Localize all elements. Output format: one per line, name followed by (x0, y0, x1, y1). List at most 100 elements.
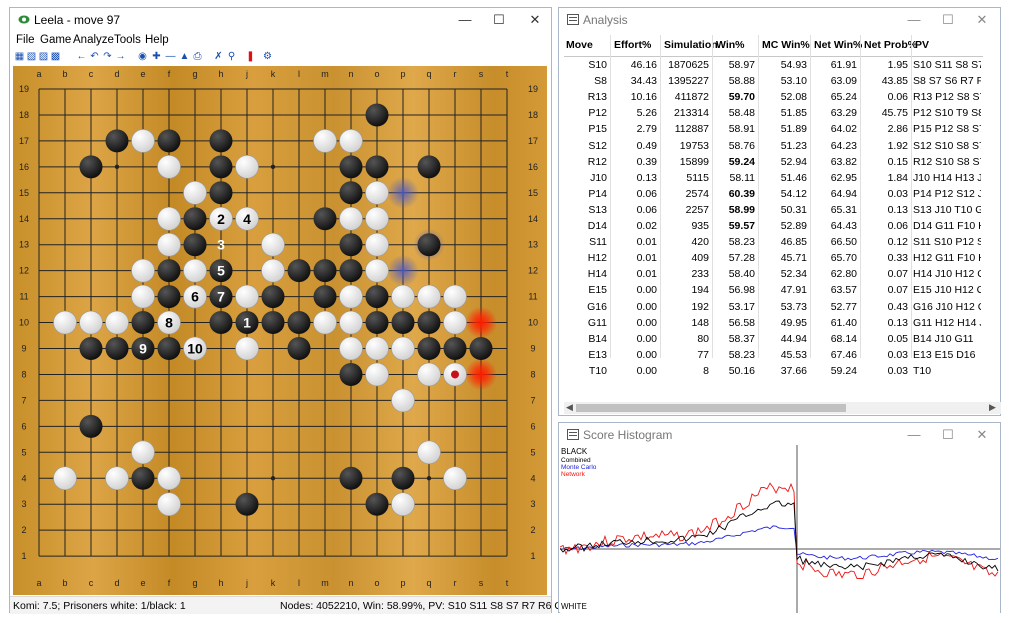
minimize-icon[interactable]: — (454, 11, 476, 29)
new-game-icon[interactable]: ▦ (14, 51, 25, 63)
back-icon[interactable]: ← (76, 51, 87, 63)
menu-game[interactable]: Game (40, 34, 71, 46)
maximize-icon[interactable]: ☐ (937, 426, 959, 444)
header-col-mc-win[interactable]: MC Win% (762, 39, 810, 51)
column-separator[interactable] (860, 35, 861, 358)
white-stone (417, 440, 441, 465)
table-row[interactable]: P14 0.06 2574 60.39 54.12 64.94 0.03 P14 P12 S1… (564, 186, 983, 202)
maximize-icon[interactable]: ☐ (937, 11, 959, 29)
minimize-icon[interactable]: — (903, 11, 925, 29)
header-col-win[interactable]: Win% (716, 39, 745, 51)
add-move-icon[interactable]: ✚ (151, 51, 162, 63)
table-row[interactable]: H12 0.01 409 57.28 45.71 65.70 0.33 H12 G11 F10… (564, 250, 983, 266)
column-label-bottom: l (298, 578, 300, 588)
menu-help[interactable]: Help (145, 34, 169, 46)
table-row[interactable]: S13 0.06 2257 58.99 50.31 65.31 0.13 S13 J10 T1… (564, 202, 983, 218)
table-row[interactable]: J10 0.13 5115 58.11 51.46 62.95 1.84 J10 H14 H1… (564, 170, 983, 186)
cell-simulation: 19753 (679, 139, 709, 152)
go-board-svg[interactable]: aabbccddeeffgghhjjkkllmmnnooppqqrrsstt19… (13, 66, 547, 595)
histogram-titlebar[interactable]: Score Histogram — ☐ ✕ (559, 423, 1000, 447)
go-board[interactable]: a a b b c c d d e e f f g g h h j j k k l l m m n n o o p p q q r r s s t t 19… (13, 66, 547, 595)
histogram-title: Score Histogram (583, 428, 673, 442)
table-row[interactable]: P12 5.26 213314 58.48 51.85 63.29 45.75 P12 S10… (564, 105, 983, 121)
table-row[interactable]: G16 0.00 192 53.17 53.73 52.77 0.43 G16 J10 H12… (564, 299, 983, 315)
open-file-icon[interactable]: ▧ (26, 51, 37, 63)
table-row[interactable]: R13 10.16 411872 59.70 52.08 65.24 0.06 R13 P12… (564, 89, 983, 105)
header-col-simulation[interactable]: Simulation (664, 39, 718, 51)
header-col-net-prob[interactable]: Net Prob% (864, 39, 917, 51)
column-separator[interactable] (810, 35, 811, 358)
last-move-marker (451, 370, 459, 379)
row-label-left: 19 (19, 84, 29, 94)
table-row[interactable]: S11 0.01 420 58.23 46.85 66.50 0.12 S11 S10 P12… (564, 234, 983, 250)
column-label-top: j (245, 69, 248, 79)
find-icon[interactable]: ⚲ (226, 51, 237, 63)
print-icon[interactable]: ⎙ (192, 51, 203, 63)
header-col-move[interactable]: Move (566, 39, 593, 51)
forward-icon[interactable]: → (115, 51, 126, 63)
move-number: 10 (187, 341, 203, 357)
table-row[interactable]: S12 0.49 19753 58.76 51.23 64.23 1.92 S12 S10 S… (564, 138, 983, 154)
black-stone (365, 285, 389, 309)
save-icon[interactable]: ▩ (50, 51, 61, 63)
header-col-effort[interactable]: Effort% (614, 39, 651, 51)
score-icon[interactable]: ▲ (179, 51, 190, 63)
table-row[interactable]: S10 46.16 1870625 58.97 54.93 61.91 1.95 S10 S1… (564, 57, 983, 73)
minimize-icon[interactable]: — (903, 426, 925, 444)
table-row[interactable]: P15 2.79 112887 58.91 51.89 64.02 2.86 P15 P12 … (564, 121, 983, 137)
scroll-right-icon[interactable]: ▶ (989, 402, 996, 413)
settings-icon[interactable]: ⚙ (262, 51, 273, 63)
open-folder-icon[interactable]: ▨ (38, 51, 49, 63)
menu-analyze[interactable]: Analyze (73, 34, 114, 46)
menu-file[interactable]: File (16, 34, 35, 46)
row-label-left: 14 (19, 214, 29, 224)
cell-simulation: 8 (703, 364, 709, 377)
table-row[interactable]: E13 0.00 77 58.23 45.53 67.46 0.03 E13 E15 D16 (564, 347, 983, 363)
table-row[interactable]: S8 34.43 1395227 58.88 53.10 63.09 43.85 S8 S7 … (564, 73, 983, 89)
table-row[interactable]: R12 0.39 15899 59.24 52.94 63.82 0.15 R12 S10 S… (564, 154, 983, 170)
scroll-thumb[interactable] (576, 404, 846, 412)
scroll-left-icon[interactable]: ◀ (566, 402, 573, 413)
white-stone (339, 310, 363, 335)
white-stone (261, 258, 285, 283)
close-icon[interactable]: ✕ (971, 11, 993, 29)
maximize-icon[interactable]: ☐ (488, 11, 510, 29)
column-separator[interactable] (758, 35, 759, 358)
cut-icon[interactable]: ✗ (213, 51, 224, 63)
remove-move-icon[interactable]: — (165, 51, 176, 63)
table-row[interactable]: T10 0.00 8 50.16 37.66 59.24 0.03 T10 (564, 363, 983, 379)
table-row[interactable]: H14 0.01 233 58.40 52.34 62.80 0.07 H14 J10 H12… (564, 266, 983, 282)
cell-net-win: 65.70 (830, 252, 857, 265)
flag-icon[interactable]: ❚ (245, 51, 256, 63)
main-titlebar[interactable]: Leela - move 97 — ☐ ✕ (10, 8, 551, 32)
white-stone (313, 129, 337, 153)
undo-icon[interactable]: ↶ (89, 51, 100, 63)
column-separator[interactable] (911, 35, 912, 358)
white-stone (131, 440, 155, 465)
close-icon[interactable]: ✕ (971, 426, 993, 444)
cell-pv: T10 (913, 364, 932, 377)
black-stone (183, 233, 207, 257)
close-icon[interactable]: ✕ (524, 11, 546, 29)
white-stone (235, 155, 259, 179)
header-col-net-win[interactable]: Net Win% (814, 39, 862, 51)
column-separator[interactable] (712, 35, 713, 358)
column-separator[interactable] (660, 35, 661, 358)
cell-net-win: 63.57 (830, 284, 857, 297)
horizontal-scrollbar[interactable]: ◀ ▶ (564, 402, 1001, 414)
redo-icon[interactable]: ↷ (102, 51, 113, 63)
table-row[interactable]: E15 0.00 194 56.98 47.91 63.57 0.07 E15 J10 H12… (564, 282, 983, 298)
header-col-pv[interactable]: PV (915, 39, 929, 51)
cell-net-prob: 0.43 (887, 300, 908, 313)
toolbar: ▦ ▧ ▨ ▩ ← ↶ ↷ → ◉ ✚ — ▲ ⎙ ✗ ⚲ ❚ ⚙ (10, 50, 551, 66)
analyze-icon[interactable]: ◉ (137, 51, 148, 63)
menu-tools[interactable]: Tools (114, 34, 141, 46)
table-row[interactable]: D14 0.02 935 59.57 52.89 64.43 0.06 D14 G11 F10… (564, 218, 983, 234)
column-separator[interactable] (610, 35, 611, 358)
black-stone (417, 155, 441, 179)
row-label-right: 11 (528, 292, 537, 302)
cell-mc-win: 51.23 (780, 139, 807, 152)
table-row[interactable]: G11 0.00 148 56.58 49.95 61.40 0.13 G11 H12 H14… (564, 315, 983, 331)
analysis-titlebar[interactable]: Analysis — ☐ ✕ (559, 8, 1000, 32)
table-row[interactable]: B14 0.00 80 58.37 44.94 68.14 0.05 B14 J10 G11 (564, 331, 983, 347)
